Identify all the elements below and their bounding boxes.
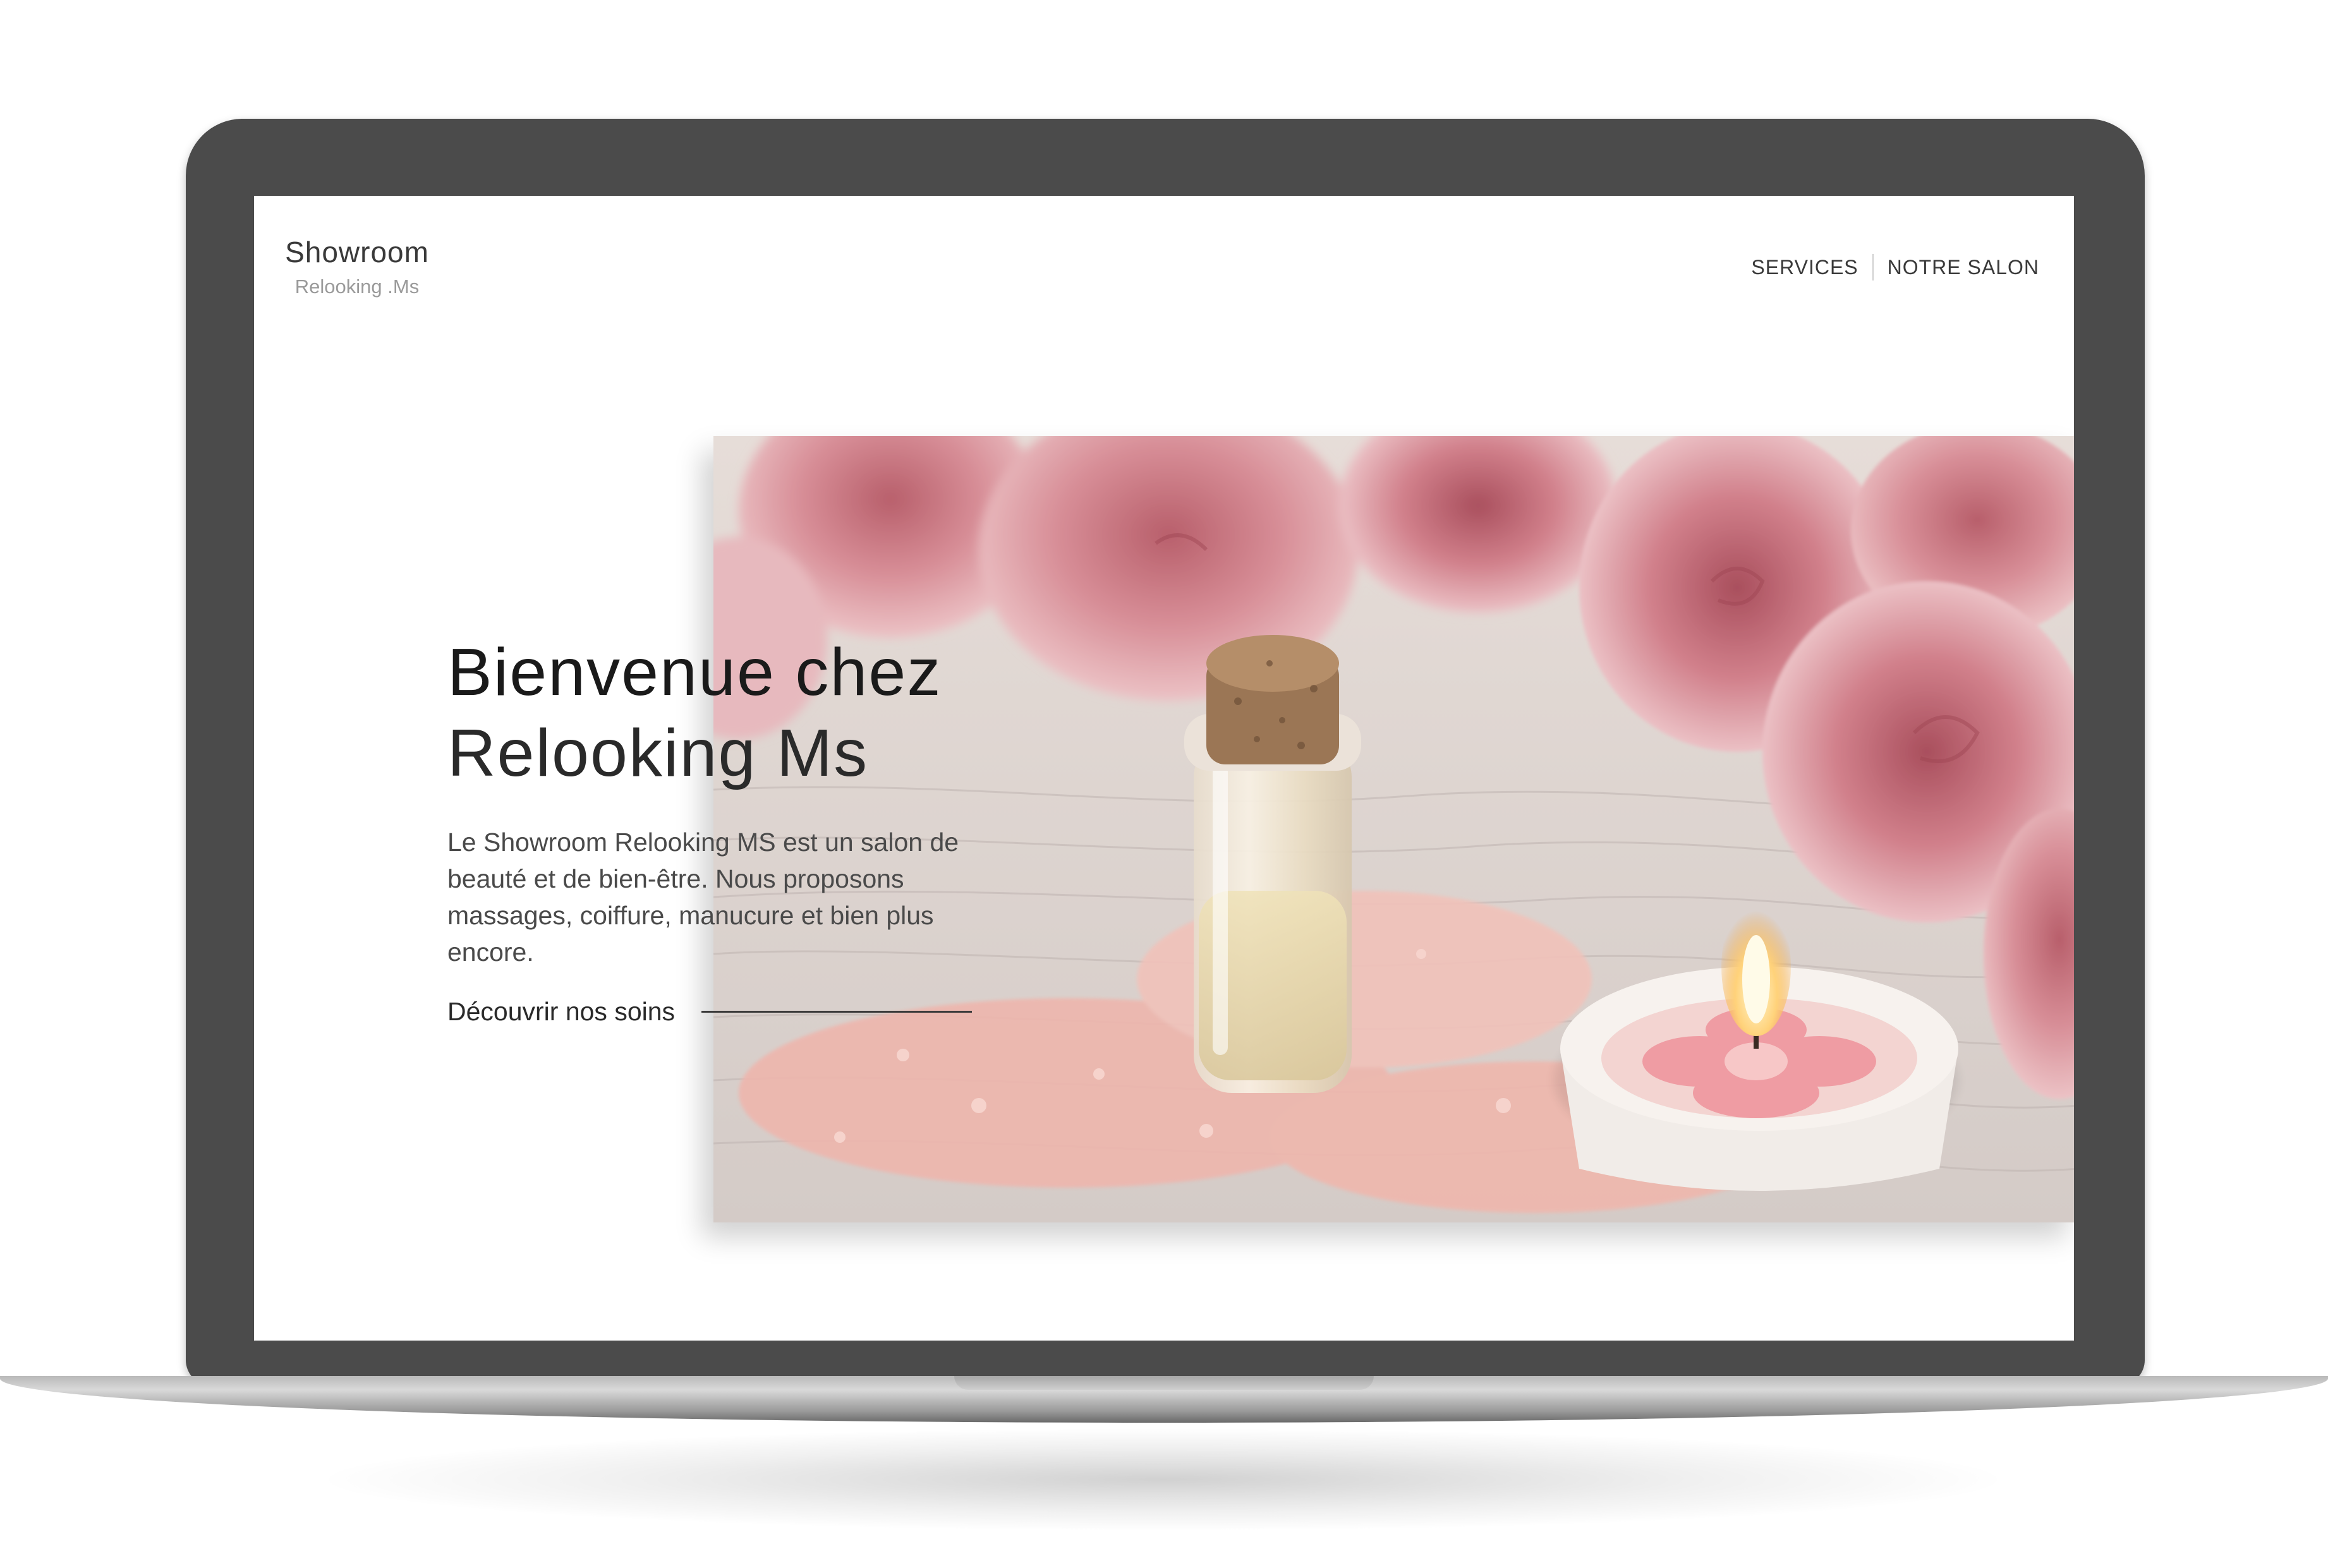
nav-link-notre-salon[interactable]: NOTRE SALON (1888, 256, 2039, 279)
cta-underline (701, 1011, 973, 1013)
nav-divider (1872, 254, 1874, 280)
logo-title: Showroom (285, 236, 429, 268)
discover-care-label[interactable]: Découvrir nos soins (447, 997, 675, 1027)
main-nav: SERVICES NOTRE SALON (1751, 254, 2039, 280)
logo-subtitle: Relooking .Ms (294, 275, 420, 298)
hero-description: Le Showroom Relooking MS est un salon de… (447, 828, 959, 967)
floor-shadow (329, 1429, 1997, 1530)
hero-title-line2: Relooking Ms (447, 716, 869, 790)
hero-text-block: Bienvenue chez Relooking Ms Le Showroom … (447, 632, 1016, 1027)
laptop-base-notch (954, 1376, 1374, 1390)
discover-care-link[interactable]: Découvrir nos soins (447, 997, 1016, 1027)
site-logo[interactable]: Showroom Relooking .Ms (265, 235, 449, 298)
laptop-mockup: Showroom Relooking .Ms SERVICES NOTRE SA… (0, 0, 2328, 1568)
hero-title: Bienvenue chez Relooking Ms (447, 632, 1016, 793)
website-screen: Showroom Relooking .Ms SERVICES NOTRE SA… (254, 196, 2074, 1341)
hero-title-line1: Bienvenue chez (447, 635, 942, 709)
nav-link-services[interactable]: SERVICES (1751, 256, 1858, 279)
